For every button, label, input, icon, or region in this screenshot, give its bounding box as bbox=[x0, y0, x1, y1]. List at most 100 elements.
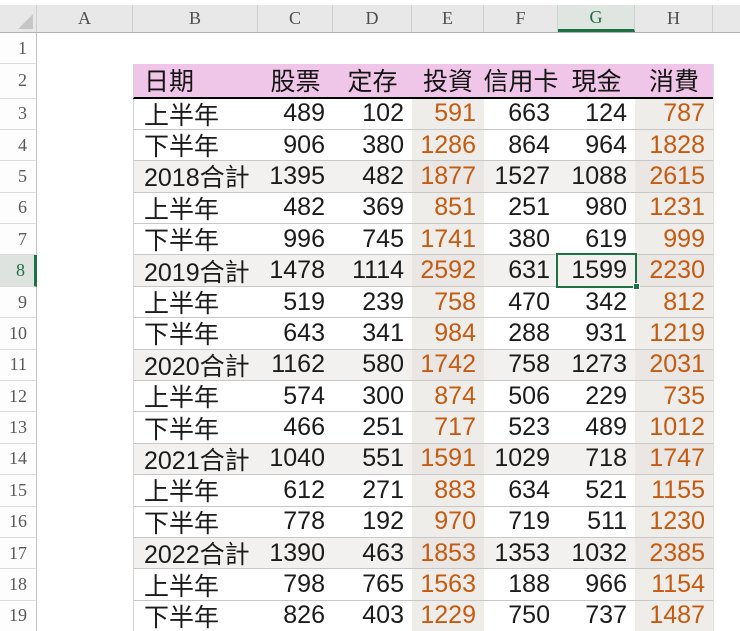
cell-F4[interactable]: 864 bbox=[484, 130, 558, 162]
cell-G17[interactable]: 1032 bbox=[558, 537, 635, 570]
cell-F17[interactable]: 1353 bbox=[484, 537, 558, 570]
cell-D9[interactable]: 239 bbox=[333, 287, 412, 319]
cell-colA[interactable] bbox=[37, 412, 133, 443]
cell-C6[interactable]: 482 bbox=[258, 193, 333, 225]
column-header-d[interactable]: D bbox=[333, 5, 412, 32]
cell-H3[interactable]: 787 bbox=[635, 98, 713, 130]
row-header-13[interactable]: 13 bbox=[0, 412, 37, 444]
cell-F8[interactable]: 631 bbox=[484, 255, 558, 287]
cell-D19[interactable]: 403 bbox=[333, 601, 412, 631]
cell-B14[interactable]: 2021合計 bbox=[133, 443, 258, 476]
cell-F15[interactable]: 634 bbox=[484, 475, 558, 507]
cell-F16[interactable]: 719 bbox=[484, 507, 558, 538]
column-header-f[interactable]: F bbox=[484, 5, 558, 32]
cell-colA[interactable] bbox=[37, 193, 133, 224]
row-header-19[interactable]: 19 bbox=[0, 600, 37, 631]
cell-G3[interactable]: 124 bbox=[558, 99, 635, 130]
cell-E18[interactable]: 1563 bbox=[412, 569, 484, 601]
cell-colI[interactable] bbox=[713, 600, 740, 631]
cell-B15[interactable]: 上半年 bbox=[133, 475, 258, 507]
cell-B6[interactable]: 上半年 bbox=[133, 192, 258, 225]
cell-E14[interactable]: 1591 bbox=[412, 443, 484, 476]
cell-E10[interactable]: 984 bbox=[412, 318, 484, 350]
cell-C14[interactable]: 1040 bbox=[258, 443, 333, 476]
cell-B9[interactable]: 上半年 bbox=[133, 286, 258, 319]
cell-C15[interactable]: 612 bbox=[258, 475, 333, 507]
cell-H14[interactable]: 1747 bbox=[635, 443, 713, 476]
cell-colI[interactable] bbox=[713, 506, 740, 538]
cell-B10[interactable]: 下半年 bbox=[133, 318, 258, 350]
cell-H5[interactable]: 2615 bbox=[635, 161, 713, 193]
row-header-6[interactable]: 6 bbox=[0, 192, 37, 225]
cell-H8[interactable]: 2230 bbox=[635, 255, 713, 287]
cell-D15[interactable]: 271 bbox=[333, 475, 412, 507]
cell-D17[interactable]: 463 bbox=[333, 537, 412, 570]
cell-H9[interactable]: 812 bbox=[635, 286, 713, 319]
cell-G11[interactable]: 1273 bbox=[558, 349, 635, 382]
cell-H2-header-spending[interactable]: 消費 bbox=[635, 64, 713, 99]
cell-C8[interactable]: 1478 bbox=[258, 255, 333, 287]
cell-G15[interactable]: 521 bbox=[558, 475, 635, 507]
cell-E5[interactable]: 1877 bbox=[412, 161, 484, 193]
cell-B17[interactable]: 2022合計 bbox=[133, 537, 258, 570]
cell-D3[interactable]: 102 bbox=[333, 99, 412, 130]
cell-G9[interactable]: 342 bbox=[558, 287, 635, 319]
cell-E19[interactable]: 1229 bbox=[412, 600, 484, 631]
cell-H15[interactable]: 1155 bbox=[635, 475, 713, 507]
cell-E3[interactable]: 591 bbox=[412, 98, 484, 130]
cell-G12[interactable]: 229 bbox=[558, 381, 635, 413]
cell-F19[interactable]: 750 bbox=[484, 601, 558, 631]
cell-F10[interactable]: 288 bbox=[484, 318, 558, 350]
cell-colA[interactable] bbox=[37, 381, 133, 412]
cell-C18[interactable]: 798 bbox=[258, 569, 333, 601]
cell-colI[interactable] bbox=[713, 381, 740, 413]
cell-C2-header-stock[interactable]: 股票 bbox=[258, 64, 333, 99]
row-header-4[interactable]: 4 bbox=[0, 129, 37, 162]
cell-E17[interactable]: 1853 bbox=[412, 537, 484, 570]
cell-C3[interactable]: 489 bbox=[258, 99, 333, 130]
cell-H13[interactable]: 1012 bbox=[635, 412, 713, 444]
cell-B8[interactable]: 2019合計 bbox=[133, 255, 258, 287]
cell-H16[interactable]: 1230 bbox=[635, 506, 713, 538]
cell-colA[interactable] bbox=[37, 475, 133, 506]
cell-colA[interactable] bbox=[37, 99, 133, 130]
cell-colI[interactable] bbox=[713, 192, 740, 225]
cell-E15[interactable]: 883 bbox=[412, 475, 484, 507]
cell-colA[interactable] bbox=[37, 569, 133, 600]
cell-H6[interactable]: 1231 bbox=[635, 192, 713, 225]
cell-H12[interactable]: 735 bbox=[635, 381, 713, 413]
cell-G7[interactable]: 619 bbox=[558, 224, 635, 256]
cell-H7[interactable]: 999 bbox=[635, 224, 713, 256]
column-header-e[interactable]: E bbox=[412, 5, 484, 32]
cell-colI[interactable] bbox=[713, 224, 740, 256]
column-header-g-selected[interactable]: G bbox=[558, 5, 635, 32]
row-header-2[interactable]: 2 bbox=[0, 64, 37, 99]
cell-H18[interactable]: 1154 bbox=[635, 569, 713, 601]
cell-B1[interactable] bbox=[133, 33, 258, 64]
cell-B16[interactable]: 下半年 bbox=[133, 506, 258, 538]
cells-right-2[interactable] bbox=[713, 64, 740, 99]
cell-F18[interactable]: 188 bbox=[484, 569, 558, 601]
row-header-16[interactable]: 16 bbox=[0, 506, 37, 538]
select-all-corner[interactable] bbox=[0, 5, 37, 32]
cell-D13[interactable]: 251 bbox=[333, 412, 412, 444]
fill-handle[interactable] bbox=[632, 283, 640, 290]
cell-G18[interactable]: 966 bbox=[558, 569, 635, 601]
cell-H10[interactable]: 1219 bbox=[635, 318, 713, 350]
cell-B3[interactable]: 上半年 bbox=[133, 98, 258, 130]
cell-E11[interactable]: 1742 bbox=[412, 349, 484, 382]
cell-colI[interactable] bbox=[713, 475, 740, 507]
cell-colA[interactable] bbox=[37, 318, 133, 349]
cell-colA[interactable] bbox=[37, 350, 133, 381]
cell-E2-header-investment[interactable]: 投資 bbox=[412, 64, 484, 99]
cell-colI[interactable] bbox=[713, 98, 740, 130]
cell-C4[interactable]: 906 bbox=[258, 130, 333, 162]
cell-F13[interactable]: 523 bbox=[484, 412, 558, 444]
cell-colI[interactable] bbox=[713, 286, 740, 319]
cell-colI[interactable] bbox=[713, 537, 740, 570]
row-header-5[interactable]: 5 bbox=[0, 161, 37, 193]
cell-C5[interactable]: 1395 bbox=[258, 161, 333, 193]
cell-C17[interactable]: 1390 bbox=[258, 537, 333, 570]
cell-B4[interactable]: 下半年 bbox=[133, 129, 258, 162]
cell-colA[interactable] bbox=[37, 444, 133, 475]
